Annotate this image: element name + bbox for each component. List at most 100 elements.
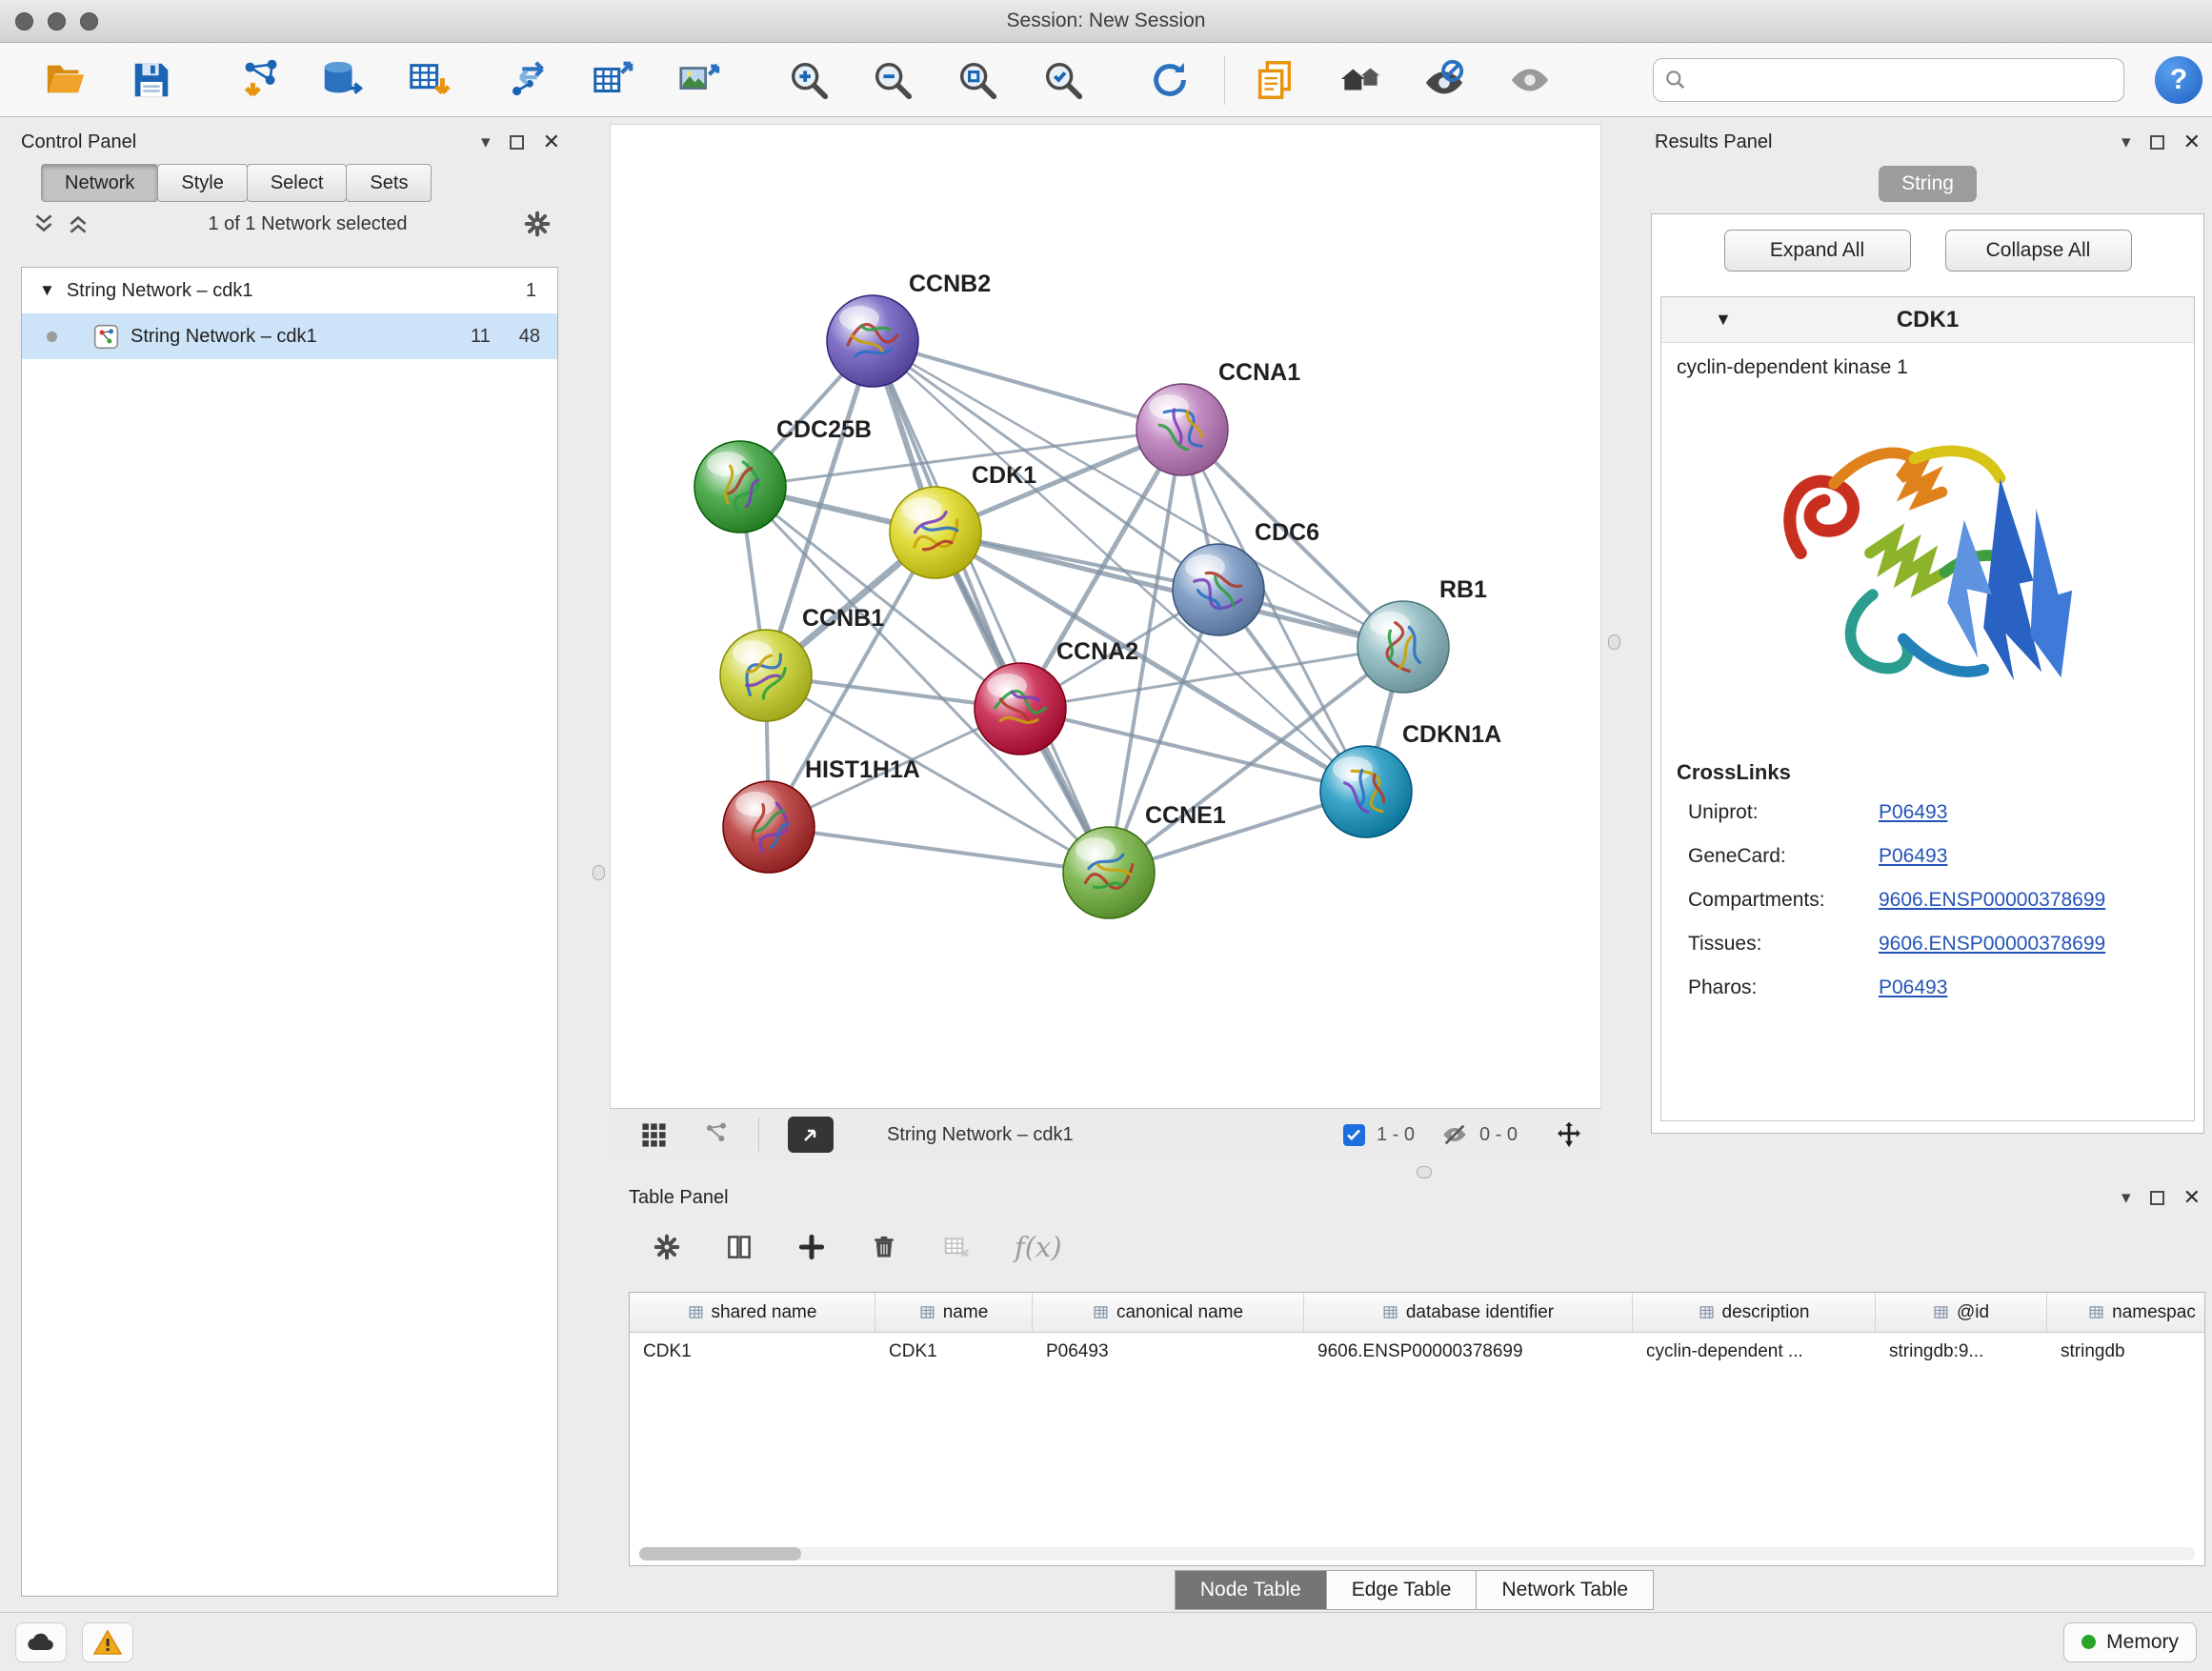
hide-selected-button[interactable] — [1418, 53, 1471, 107]
search-box[interactable] — [1653, 58, 2124, 102]
copy-button[interactable] — [1248, 53, 1301, 107]
column-header--id[interactable]: @id — [1876, 1293, 2047, 1332]
home-button[interactable] — [1334, 53, 1387, 107]
tab-select[interactable]: Select — [247, 164, 348, 202]
memory-button[interactable]: Memory — [2063, 1622, 2197, 1662]
zoom-out-button[interactable] — [866, 53, 919, 107]
table-cell[interactable]: CDK1 — [875, 1333, 1033, 1371]
table-options-gear-icon[interactable] — [650, 1230, 684, 1264]
horizontal-scrollbar[interactable] — [639, 1547, 2195, 1560]
export-view-button[interactable] — [788, 1117, 834, 1153]
table-cell[interactable]: cyclin-dependent ... — [1633, 1333, 1876, 1371]
table-cell[interactable]: stringdb:9... — [1876, 1333, 2047, 1371]
export-image-button[interactable] — [672, 53, 725, 107]
panel-maximize-icon[interactable] — [510, 135, 524, 150]
crosslink-link[interactable]: P06493 — [1879, 801, 1947, 824]
network-node-ccna2[interactable] — [975, 663, 1066, 755]
panel-float-icon[interactable]: ▾ — [2122, 1187, 2131, 1209]
close-window-button[interactable] — [15, 12, 33, 30]
table-cell[interactable]: stringdb — [2047, 1333, 2205, 1371]
import-network-database-button[interactable] — [314, 53, 368, 107]
panel-maximize-icon[interactable] — [2150, 135, 2164, 150]
tab-node-table[interactable]: Node Table — [1175, 1570, 1327, 1610]
panel-close-icon[interactable]: ✕ — [543, 130, 560, 154]
show-columns-icon[interactable] — [722, 1230, 756, 1264]
import-network-file-button[interactable] — [234, 53, 288, 107]
tree-expand-triangle-icon[interactable]: ▼ — [39, 281, 55, 300]
string-network-graph[interactable]: CCNB2CCNA1CDC25BCDK1CDC6RB1CCNB1CCNA2CDK… — [611, 125, 1600, 1107]
horizontal-splitter-handle[interactable] — [1417, 1166, 1432, 1178]
column-header-namespac[interactable]: namespac — [2047, 1293, 2205, 1332]
panel-float-icon[interactable]: ▾ — [2122, 131, 2131, 153]
crosslink-link[interactable]: 9606.ENSP00000378699 — [1879, 889, 2105, 912]
network-edge[interactable] — [935, 533, 1403, 647]
column-header-name[interactable]: name — [875, 1293, 1033, 1332]
network-collection-row[interactable]: ▼ String Network – cdk1 1 — [22, 268, 557, 313]
column-header-description[interactable]: description — [1633, 1293, 1876, 1332]
expand-all-button[interactable]: Expand All — [1724, 230, 1911, 272]
selected-nodes-checkbox[interactable] — [1343, 1124, 1365, 1146]
panel-float-icon[interactable]: ▾ — [481, 131, 491, 153]
network-node-ccnb1[interactable] — [720, 630, 812, 721]
save-session-button[interactable] — [125, 53, 178, 107]
tab-edge-table[interactable]: Edge Table — [1326, 1570, 1478, 1610]
warnings-button[interactable] — [82, 1622, 133, 1662]
cloud-status-button[interactable] — [15, 1622, 67, 1662]
grid-view-icon[interactable] — [636, 1117, 671, 1152]
column-header-canonical-name[interactable]: canonical name — [1033, 1293, 1304, 1332]
table-cell[interactable]: 9606.ENSP00000378699 — [1304, 1333, 1633, 1371]
network-node-rb1[interactable] — [1357, 601, 1449, 693]
import-table-button[interactable] — [402, 53, 455, 107]
tab-sets[interactable]: Sets — [346, 164, 432, 202]
column-header-shared-name[interactable]: shared name — [630, 1293, 875, 1332]
network-edge[interactable] — [873, 341, 1182, 430]
table-row[interactable]: CDK1CDK1P064939606.ENSP00000378699cyclin… — [630, 1333, 2204, 1371]
network-node-ccne1[interactable] — [1063, 827, 1155, 918]
vertical-splitter-handle[interactable] — [593, 865, 605, 880]
help-button[interactable]: ? — [2155, 56, 2202, 104]
network-edge[interactable] — [873, 341, 1109, 873]
column-header-database-identifier[interactable]: database identifier — [1304, 1293, 1633, 1332]
tab-network-table[interactable]: Network Table — [1476, 1570, 1654, 1610]
crosslink-link[interactable]: P06493 — [1879, 845, 1947, 868]
search-input[interactable] — [1688, 61, 2114, 99]
vertical-splitter-handle[interactable] — [1608, 634, 1620, 650]
birds-eye-view-icon[interactable] — [699, 1117, 734, 1152]
network-canvas[interactable]: CCNB2CCNA1CDC25BCDK1CDC6RB1CCNB1CCNA2CDK… — [610, 124, 1601, 1108]
minimize-window-button[interactable] — [48, 12, 66, 30]
open-session-button[interactable] — [39, 53, 92, 107]
zoom-fit-button[interactable] — [951, 53, 1004, 107]
collapse-all-button[interactable]: Collapse All — [1945, 230, 2132, 272]
delete-column-trash-icon[interactable] — [867, 1230, 901, 1264]
refresh-button[interactable] — [1143, 53, 1196, 107]
network-node-ccna1[interactable] — [1136, 384, 1228, 475]
zoom-window-button[interactable] — [80, 12, 98, 30]
network-node-hist1h1a[interactable] — [723, 781, 814, 873]
network-node-ccnb2[interactable] — [827, 295, 918, 387]
network-edge[interactable] — [769, 827, 1109, 873]
network-row-selected[interactable]: String Network – cdk1 11 48 — [22, 313, 557, 359]
expand-all-tree-icon[interactable] — [27, 207, 61, 241]
network-node-cdc6[interactable] — [1173, 544, 1264, 635]
pan-move-icon[interactable] — [1552, 1117, 1586, 1152]
panel-maximize-icon[interactable] — [2150, 1191, 2164, 1205]
panel-close-icon[interactable]: ✕ — [2183, 1185, 2201, 1210]
network-options-gear-icon[interactable] — [520, 207, 554, 241]
hidden-items-eye-icon[interactable] — [1438, 1117, 1472, 1152]
zoom-in-button[interactable] — [782, 53, 835, 107]
collapse-all-tree-icon[interactable] — [61, 207, 95, 241]
show-all-button[interactable] — [1503, 53, 1557, 107]
export-table-button[interactable] — [586, 53, 639, 107]
zoom-selected-button[interactable] — [1036, 53, 1090, 107]
scrollbar-thumb[interactable] — [639, 1547, 801, 1560]
panel-close-icon[interactable]: ✕ — [2183, 130, 2201, 154]
add-column-plus-icon[interactable] — [794, 1230, 829, 1264]
table-cell[interactable]: P06493 — [1033, 1333, 1304, 1371]
tab-style[interactable]: Style — [157, 164, 247, 202]
network-node-cdkn1a[interactable] — [1320, 746, 1412, 837]
tab-network[interactable]: Network — [41, 164, 158, 202]
network-node-cdc25b[interactable] — [694, 441, 786, 533]
network-node-cdk1[interactable] — [890, 487, 981, 578]
crosslink-link[interactable]: 9606.ENSP00000378699 — [1879, 933, 2105, 956]
table-cell[interactable]: CDK1 — [630, 1333, 875, 1371]
